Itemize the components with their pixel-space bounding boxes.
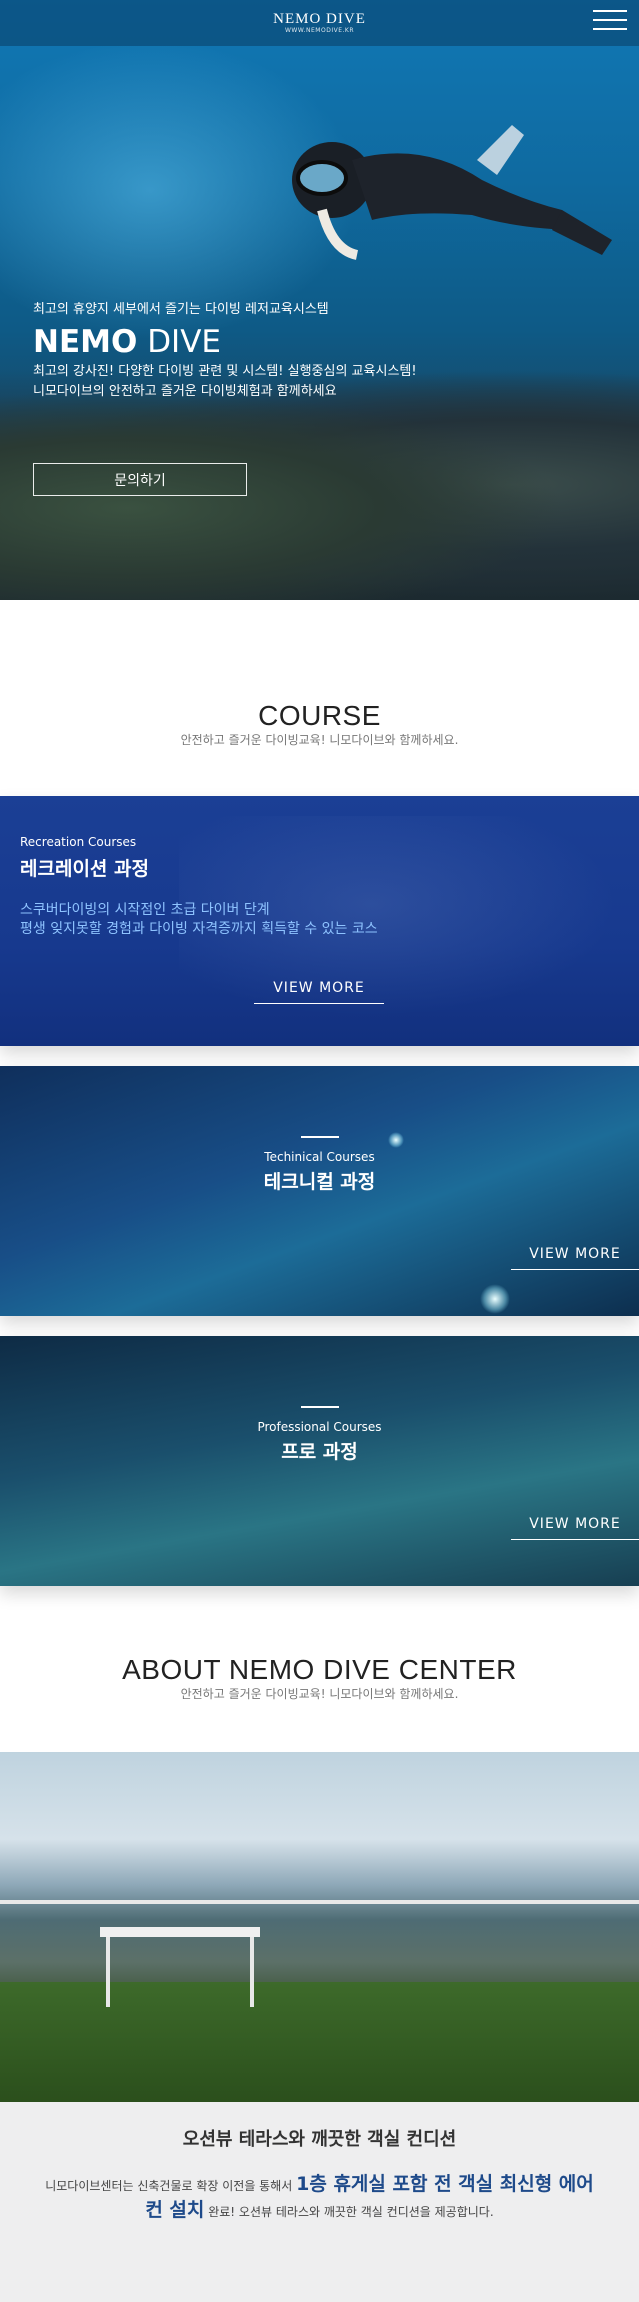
course-name-en: Recreation Courses — [20, 835, 137, 849]
table-leg — [106, 1937, 110, 2007]
terrace-railing — [0, 1900, 639, 1904]
about-info: 오션뷰 테라스와 깨끗한 객실 컨디션 니모다이브센터는 신축건물로 확장 이전… — [0, 2102, 639, 2302]
recreation-course-card[interactable]: Recreation Courses 레크레이션 과정 스쿠버다이빙의 시작점인… — [0, 796, 639, 1046]
about-info-pre: 니모다이브센터는 신축건물로 확장 이전을 통해서 — [45, 2179, 293, 2193]
view-more-button[interactable]: VIEW MORE — [254, 980, 384, 1004]
menu-bar — [593, 28, 627, 30]
course-section-header: COURSE 안전하고 즐거운 다이빙교육! 니모다이브와 함께하세요. — [0, 600, 639, 796]
course-desc-line2: 평생 잊지못할 경험과 다이빙 자격증까지 획득할 수 있는 코스 — [20, 921, 378, 937]
technical-text: Techinical Courses 테크니컬 과정 — [0, 1136, 639, 1196]
about-info-desc: 니모다이브센터는 신축건물로 확장 이전을 통해서 1층 휴게실 포함 전 객실… — [0, 2172, 639, 2224]
title-divider — [300, 1406, 339, 1408]
menu-bar — [593, 19, 627, 21]
about-section-header: ABOUT NEMO DIVE CENTER 안전하고 즐거운 다이빙교육! 니… — [0, 1586, 639, 1752]
logo[interactable]: NEMO DIVE WWW.NEMODIVE.KR — [273, 10, 366, 35]
logo-text: NEMO DIVE — [273, 10, 366, 27]
professional-text: Professional Courses 프로 과정 — [0, 1406, 639, 1466]
hero-desc-line2: 니모다이브의 안전하고 즐거운 다이빙체험과 함께하세요 — [33, 384, 337, 399]
terrace-deck — [0, 1982, 639, 2102]
site-header: NEMO DIVE WWW.NEMODIVE.KR — [0, 0, 639, 46]
inquiry-button[interactable]: 문의하기 — [33, 463, 247, 496]
professional-course-card[interactable]: Professional Courses 프로 과정 VIEW MORE — [0, 1336, 639, 1586]
course-name-ko: 프로 과정 — [281, 1441, 358, 1463]
hero-title-light: DIVE — [147, 324, 221, 360]
hamburger-menu-icon[interactable] — [593, 10, 627, 34]
course-name-en: Professional Courses — [257, 1420, 382, 1434]
course-name-en: Techinical Courses — [264, 1150, 375, 1164]
hero-kicker: 최고의 휴양지 세부에서 즐기는 다이빙 레저교육시스템 — [33, 302, 329, 317]
technical-course-card[interactable]: Techinical Courses 테크니컬 과정 VIEW MORE — [0, 1066, 639, 1316]
hero-title-bold: NEMO — [33, 324, 138, 360]
view-more-button[interactable]: VIEW MORE — [511, 1516, 639, 1540]
course-name-ko: 테크니컬 과정 — [263, 1171, 376, 1193]
recreation-text: Recreation Courses 레크레이션 과정 스쿠버다이빙의 시작점인… — [20, 833, 378, 939]
view-more-button[interactable]: VIEW MORE — [511, 1246, 639, 1270]
terrace-table — [100, 1927, 260, 1937]
about-info-post: 완료! 오션뷰 테라스와 깨끗한 객실 컨디션을 제공합니다. — [208, 2205, 494, 2219]
course-name-ko: 레크레이션 과정 — [20, 858, 149, 880]
course-desc-line1: 스쿠버다이빙의 시작점인 초급 다이버 단계 — [20, 902, 270, 918]
hero-section: 최고의 휴양지 세부에서 즐기는 다이빙 레저교육시스템 NEMO DIVE 최… — [0, 0, 639, 600]
about-subtitle: 안전하고 즐거운 다이빙교육! 니모다이브와 함께하세요. — [180, 1687, 459, 1701]
logo-url: WWW.NEMODIVE.KR — [285, 26, 354, 34]
course-subtitle: 안전하고 즐거운 다이빙교육! 니모다이브와 함께하세요. — [180, 733, 459, 747]
terrace-photo — [0, 1752, 639, 2102]
hero-desc-line1: 최고의 강사진! 다양한 다이빙 관련 및 시스템! 실행중심의 교육시스템! — [33, 364, 417, 379]
hero-text-block: 최고의 휴양지 세부에서 즐기는 다이빙 레저교육시스템 NEMO DIVE 최… — [33, 300, 417, 402]
dive-light-reflection — [480, 1284, 510, 1314]
diver-illustration — [292, 125, 612, 260]
about-title: ABOUT NEMO DIVE CENTER — [122, 1654, 517, 1685]
course-title: COURSE — [258, 700, 381, 731]
hero-title: NEMO DIVE — [33, 322, 417, 362]
menu-bar — [593, 10, 627, 12]
about-info-title: 오션뷰 테라스와 깨끗한 객실 컨디션 — [182, 2129, 457, 2150]
title-divider — [300, 1136, 339, 1138]
page: NEMO DIVE WWW.NEMODIVE.KR 최고의 휴양지 세부에서 즐… — [0, 0, 639, 2302]
table-leg — [250, 1937, 254, 2007]
